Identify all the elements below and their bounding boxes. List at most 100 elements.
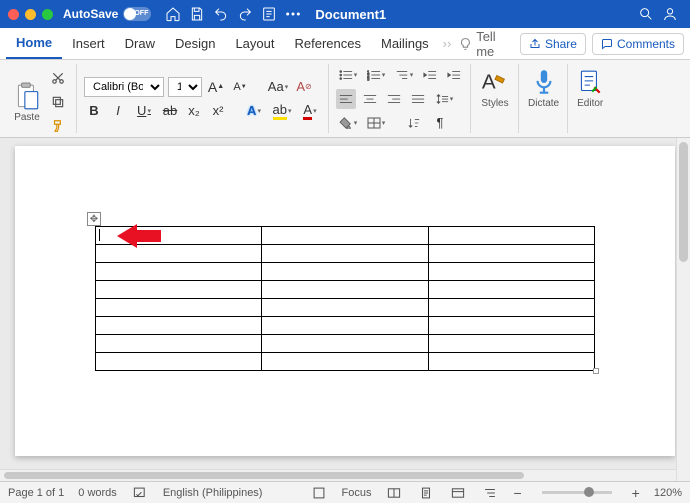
sort-button[interactable]: [402, 113, 426, 133]
redo-icon[interactable]: [236, 5, 254, 23]
template-icon[interactable]: [260, 5, 278, 23]
outline-view-icon[interactable]: [481, 484, 499, 502]
zoom-in-button[interactable]: +: [632, 485, 640, 501]
table-cell[interactable]: [262, 317, 428, 335]
tab-design[interactable]: Design: [165, 28, 225, 59]
table-cell[interactable]: [96, 263, 262, 281]
align-left-button[interactable]: [336, 89, 356, 109]
text-effects-button[interactable]: A▾: [242, 101, 266, 121]
justify-button[interactable]: [408, 89, 428, 109]
table-cell[interactable]: [262, 245, 428, 263]
multilevel-button[interactable]: ▾: [392, 65, 416, 85]
table-cell[interactable]: [428, 281, 594, 299]
line-spacing-button[interactable]: ▾: [432, 89, 456, 109]
read-mode-icon[interactable]: [385, 484, 403, 502]
tab-references[interactable]: References: [285, 28, 371, 59]
vertical-scroll-thumb[interactable]: [679, 142, 688, 262]
page[interactable]: ✥: [15, 146, 675, 456]
document-table[interactable]: [95, 226, 595, 371]
paste-button[interactable]: Paste: [14, 82, 40, 123]
italic-button[interactable]: I: [108, 101, 128, 121]
table-cell[interactable]: [262, 281, 428, 299]
spellcheck-icon[interactable]: [131, 484, 149, 502]
numbering-button[interactable]: 123▾: [364, 65, 388, 85]
table-cell[interactable]: [428, 245, 594, 263]
table-row[interactable]: [96, 353, 595, 371]
table-cell[interactable]: [262, 227, 428, 245]
shading-button[interactable]: ▾: [336, 113, 360, 133]
shrink-font-button[interactable]: A▼: [230, 77, 250, 97]
maximize-window-button[interactable]: [42, 9, 53, 20]
home-icon[interactable]: [164, 5, 182, 23]
table-cell[interactable]: [96, 335, 262, 353]
table-cell[interactable]: [96, 317, 262, 335]
table-cell[interactable]: [428, 317, 594, 335]
table-row[interactable]: [96, 245, 595, 263]
close-window-button[interactable]: [8, 9, 19, 20]
zoom-level[interactable]: 120%: [654, 487, 682, 499]
autosave-toggle[interactable]: AutoSave OFF: [63, 7, 151, 21]
more-icon[interactable]: [284, 5, 302, 23]
minimize-window-button[interactable]: [25, 9, 36, 20]
change-case-button[interactable]: Aa▾: [266, 77, 290, 97]
undo-icon[interactable]: [212, 5, 230, 23]
tell-me[interactable]: Tell me: [459, 29, 514, 59]
table-resize-handle[interactable]: [593, 368, 599, 374]
page-indicator[interactable]: Page 1 of 1: [8, 487, 64, 499]
grow-font-button[interactable]: A▲: [206, 77, 226, 97]
table-cell[interactable]: [262, 335, 428, 353]
copy-icon[interactable]: [48, 92, 68, 112]
editor-button[interactable]: Editor: [577, 68, 603, 109]
table-row[interactable]: [96, 317, 595, 335]
tab-home[interactable]: Home: [6, 28, 62, 59]
print-layout-icon[interactable]: [417, 484, 435, 502]
zoom-slider[interactable]: [542, 491, 612, 494]
horizontal-scroll-thumb[interactable]: [4, 472, 524, 479]
borders-button[interactable]: ▾: [364, 113, 388, 133]
bullets-button[interactable]: ▾: [336, 65, 360, 85]
table-cell[interactable]: [96, 299, 262, 317]
account-icon[interactable]: [661, 5, 679, 23]
language-indicator[interactable]: English (Philippines): [163, 487, 263, 499]
table-row[interactable]: [96, 335, 595, 353]
tab-insert[interactable]: Insert: [62, 28, 115, 59]
format-painter-icon[interactable]: [48, 116, 68, 136]
share-button[interactable]: Share: [520, 33, 586, 55]
table-cell[interactable]: [96, 353, 262, 371]
table-cell[interactable]: [428, 335, 594, 353]
font-color-button[interactable]: A▾: [298, 101, 322, 121]
align-right-button[interactable]: [384, 89, 404, 109]
vertical-scrollbar[interactable]: [676, 138, 690, 481]
tab-draw[interactable]: Draw: [115, 28, 165, 59]
cut-icon[interactable]: [48, 68, 68, 88]
tabs-overflow-icon[interactable]: ››: [443, 36, 452, 51]
clear-format-button[interactable]: A⊘: [294, 77, 314, 97]
table-move-handle-icon[interactable]: ✥: [87, 212, 101, 226]
underline-button[interactable]: U▾: [132, 101, 156, 121]
table-row[interactable]: [96, 281, 595, 299]
comments-button[interactable]: Comments: [592, 33, 684, 55]
show-marks-button[interactable]: ¶: [430, 113, 450, 133]
table-cell[interactable]: [428, 299, 594, 317]
table-cell[interactable]: [262, 353, 428, 371]
tab-mailings[interactable]: Mailings: [371, 28, 439, 59]
bold-button[interactable]: B: [84, 101, 104, 121]
document-canvas[interactable]: ✥: [0, 138, 690, 481]
tab-layout[interactable]: Layout: [225, 28, 284, 59]
font-name-select[interactable]: Calibri (Bo…: [84, 77, 164, 97]
table-row[interactable]: [96, 227, 595, 245]
table-cell[interactable]: [428, 227, 594, 245]
horizontal-scrollbar[interactable]: [0, 469, 676, 481]
save-icon[interactable]: [188, 5, 206, 23]
focus-mode-icon[interactable]: [310, 484, 328, 502]
table-row[interactable]: [96, 299, 595, 317]
align-center-button[interactable]: [360, 89, 380, 109]
font-size-select[interactable]: 12: [168, 77, 202, 97]
superscript-button[interactable]: x²: [208, 101, 228, 121]
search-icon[interactable]: [637, 5, 655, 23]
dictate-button[interactable]: Dictate: [528, 68, 559, 109]
autosave-switch[interactable]: OFF: [123, 7, 151, 21]
increase-indent-button[interactable]: [444, 65, 464, 85]
strike-button[interactable]: ab: [160, 101, 180, 121]
highlight-button[interactable]: ab▾: [270, 101, 294, 121]
